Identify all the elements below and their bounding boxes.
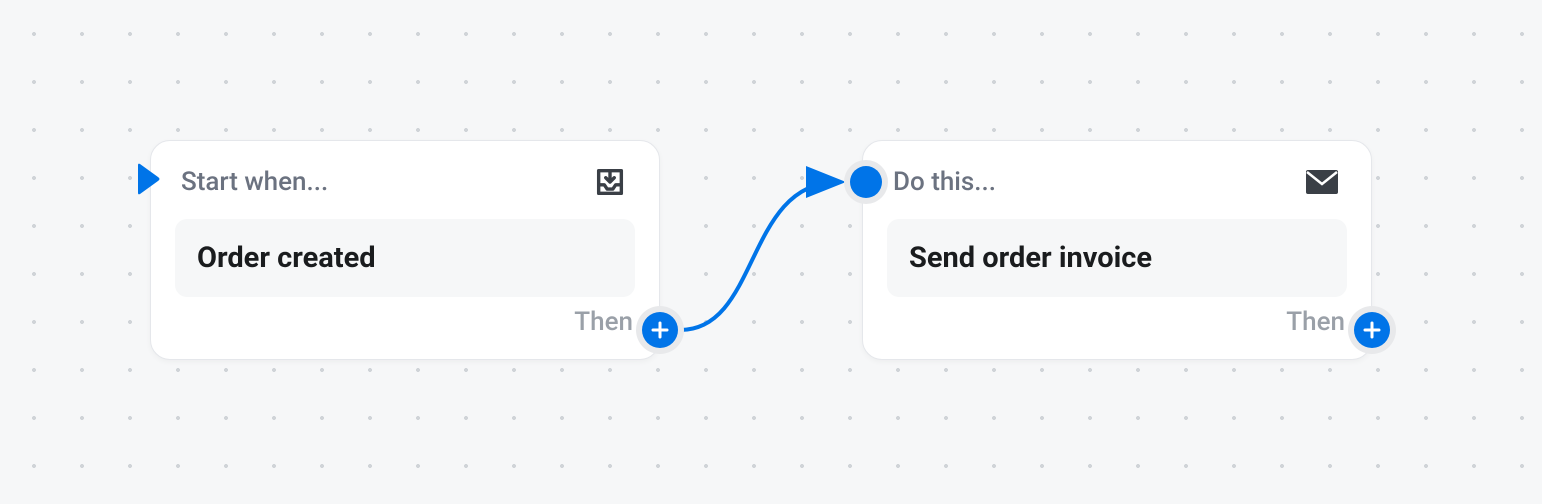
trigger-node[interactable]: Start when... Order created Then — [150, 140, 660, 360]
workflow-canvas[interactable]: Start when... Order created Then — [0, 0, 1542, 504]
trigger-header: Start when... — [175, 163, 635, 201]
action-then-label: Then — [1286, 307, 1345, 337]
trigger-content[interactable]: Order created — [175, 219, 635, 297]
trigger-then-label: Then — [574, 307, 633, 337]
trigger-add-step-button[interactable] — [636, 306, 684, 354]
trigger-header-label: Start when... — [181, 167, 328, 197]
plus-icon — [642, 312, 678, 348]
mail-icon — [1303, 163, 1341, 201]
play-icon — [134, 161, 162, 197]
action-add-step-button[interactable] — [1348, 306, 1396, 354]
action-content[interactable]: Send order invoice — [887, 219, 1347, 297]
action-header: Do this... — [887, 163, 1347, 201]
action-footer: Then — [887, 307, 1347, 337]
circle-icon — [850, 166, 882, 198]
action-content-text: Send order invoice — [909, 241, 1152, 275]
plus-icon — [1354, 312, 1390, 348]
action-node[interactable]: Do this... Send order invoice Then — [862, 140, 1372, 360]
trigger-content-text: Order created — [197, 241, 376, 275]
inbox-download-icon — [591, 163, 629, 201]
trigger-footer: Then — [175, 307, 635, 337]
action-input-port — [844, 160, 888, 204]
action-header-label: Do this... — [893, 167, 996, 197]
trigger-start-marker — [134, 161, 162, 197]
